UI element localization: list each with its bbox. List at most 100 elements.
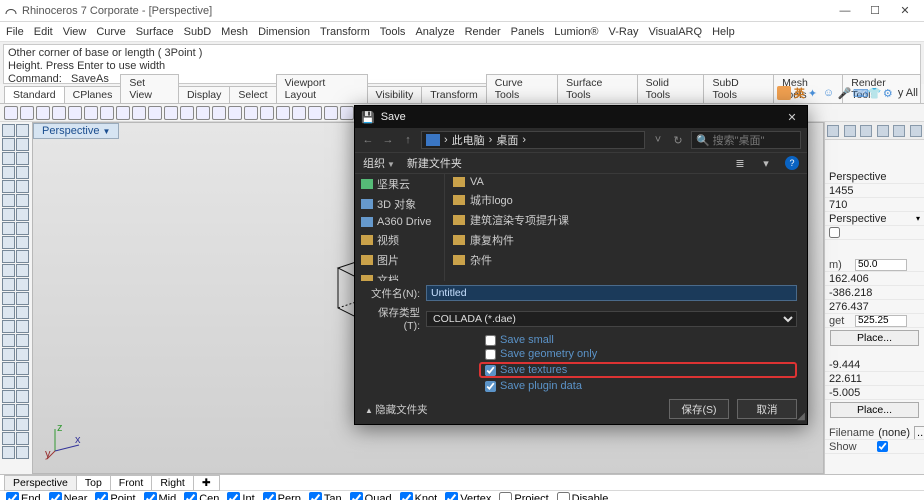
prop-input[interactable] [855, 259, 907, 271]
osnap-near[interactable]: Near [49, 492, 88, 500]
vptab-add[interactable]: ✚ [193, 475, 220, 491]
opt-save-geometry-only[interactable]: Save geometry only [485, 348, 797, 360]
vptab-right[interactable]: Right [151, 475, 194, 491]
tool-button[interactable] [16, 124, 29, 137]
toolbar-button[interactable] [324, 106, 338, 120]
filetype-select[interactable]: COLLADA (*.dae) [426, 311, 797, 327]
tab-select[interactable]: Select [229, 86, 276, 103]
tool-button[interactable] [16, 320, 29, 333]
ime-icon[interactable]: ⌨ [853, 87, 865, 99]
prop-input[interactable] [855, 315, 907, 327]
save-button[interactable]: 保存(S) [669, 399, 729, 419]
menu-render[interactable]: Render [465, 26, 501, 38]
toolbar-button[interactable] [20, 106, 34, 120]
osnap-knot[interactable]: Knot [400, 492, 438, 500]
place-button[interactable]: Place... [830, 330, 919, 346]
list-item[interactable]: 杂件 [445, 250, 807, 270]
tool-button[interactable] [16, 334, 29, 347]
osnap-quad[interactable]: Quad [350, 492, 392, 500]
refresh-icon[interactable]: ↻ [671, 134, 685, 147]
organize-button[interactable]: 组织▼ [363, 155, 395, 171]
tree-item[interactable]: 图片 [355, 250, 444, 270]
tab-viewportlayout[interactable]: Viewport Layout [276, 74, 368, 103]
tab-transform[interactable]: Transform [421, 86, 486, 103]
tab-curvetools[interactable]: Curve Tools [486, 74, 558, 103]
opt-save-textures[interactable]: Save textures [479, 362, 797, 378]
tool-button[interactable] [2, 390, 15, 403]
tool-button[interactable] [16, 138, 29, 151]
tool-button[interactable] [2, 432, 15, 445]
maximize-button[interactable]: ☐ [860, 1, 890, 21]
ime-icon[interactable]: 👕 [868, 87, 880, 99]
menu-edit[interactable]: Edit [34, 26, 53, 38]
tool-button[interactable] [16, 306, 29, 319]
tool-button[interactable] [2, 152, 15, 165]
menu-file[interactable]: File [6, 26, 24, 38]
ime-icon[interactable]: ⚙ [883, 87, 895, 99]
tool-button[interactable] [16, 348, 29, 361]
toolbar-button[interactable] [84, 106, 98, 120]
toolbar-button[interactable] [4, 106, 18, 120]
tool-button[interactable] [2, 222, 15, 235]
tool-button[interactable] [2, 250, 15, 263]
tool-button[interactable] [2, 376, 15, 389]
hide-folders-button[interactable]: 隐藏文件夹 [365, 402, 428, 417]
menu-dimension[interactable]: Dimension [258, 26, 310, 38]
osnap-vertex[interactable]: Vertex [445, 492, 491, 500]
tool-button[interactable] [2, 320, 15, 333]
search-input[interactable]: 🔍 搜索"桌面" [691, 131, 801, 149]
menu-lumion[interactable]: Lumion® [554, 26, 598, 38]
tool-button[interactable] [2, 404, 15, 417]
toolbar-button[interactable] [292, 106, 306, 120]
tool-button[interactable] [16, 390, 29, 403]
panel-tab-icon[interactable] [844, 125, 856, 137]
panel-tab-icon[interactable] [827, 125, 839, 137]
tool-button[interactable] [2, 138, 15, 151]
nav-up-icon[interactable]: ↑ [401, 134, 415, 146]
tab-solidtools[interactable]: Solid Tools [637, 74, 705, 103]
browse-button[interactable]: ... [914, 426, 924, 440]
menu-surface[interactable]: Surface [136, 26, 174, 38]
toolbar-button[interactable] [228, 106, 242, 120]
chevron-down-icon[interactable]: ▼ [102, 127, 110, 136]
new-folder-button[interactable]: 新建文件夹 [407, 155, 462, 171]
minimize-button[interactable]: — [830, 1, 860, 21]
menu-mesh[interactable]: Mesh [221, 26, 248, 38]
osnap-end[interactable]: End [6, 492, 41, 500]
toolbar-button[interactable] [340, 106, 354, 120]
osnap-int[interactable]: Int [227, 492, 254, 500]
menu-analyze[interactable]: Analyze [415, 26, 454, 38]
tool-button[interactable] [2, 194, 15, 207]
ime-lang[interactable]: 英 [794, 85, 805, 101]
nav-back-icon[interactable]: ← [361, 134, 375, 146]
tool-button[interactable] [2, 362, 15, 375]
panel-tab-icon[interactable] [877, 125, 889, 137]
resize-grip-icon[interactable]: ◢ [797, 411, 805, 422]
toolbar-button[interactable] [164, 106, 178, 120]
menu-visualarq[interactable]: VisualARQ [648, 26, 702, 38]
tool-button[interactable] [16, 278, 29, 291]
view-mode-icon[interactable]: ≣ [733, 156, 747, 170]
tool-button[interactable] [2, 418, 15, 431]
toolbar-button[interactable] [276, 106, 290, 120]
tool-button[interactable] [16, 362, 29, 375]
nav-tree[interactable]: 坚果云 3D 对象 A360 Drive 视频 图片 文档 下载 音乐 桌面 [355, 174, 445, 281]
panel-tab-icon[interactable] [893, 125, 905, 137]
menu-vray[interactable]: V-Ray [608, 26, 638, 38]
toolbar-button[interactable] [52, 106, 66, 120]
tab-standard[interactable]: Standard [4, 86, 65, 103]
osnap-cen[interactable]: Cen [184, 492, 219, 500]
tool-button[interactable] [2, 306, 15, 319]
tree-item[interactable]: A360 Drive [355, 214, 444, 230]
list-item[interactable]: 城市logo [445, 190, 807, 210]
tool-button[interactable] [2, 124, 15, 137]
menu-panels[interactable]: Panels [511, 26, 545, 38]
tab-cplanes[interactable]: CPlanes [64, 86, 122, 103]
list-item[interactable]: VA [445, 174, 807, 190]
toolbar-button[interactable] [116, 106, 130, 120]
tool-button[interactable] [2, 446, 15, 459]
toolbar-button[interactable] [100, 106, 114, 120]
ime-icon[interactable]: ✦ [808, 87, 820, 99]
tool-button[interactable] [16, 264, 29, 277]
menu-curve[interactable]: Curve [96, 26, 125, 38]
